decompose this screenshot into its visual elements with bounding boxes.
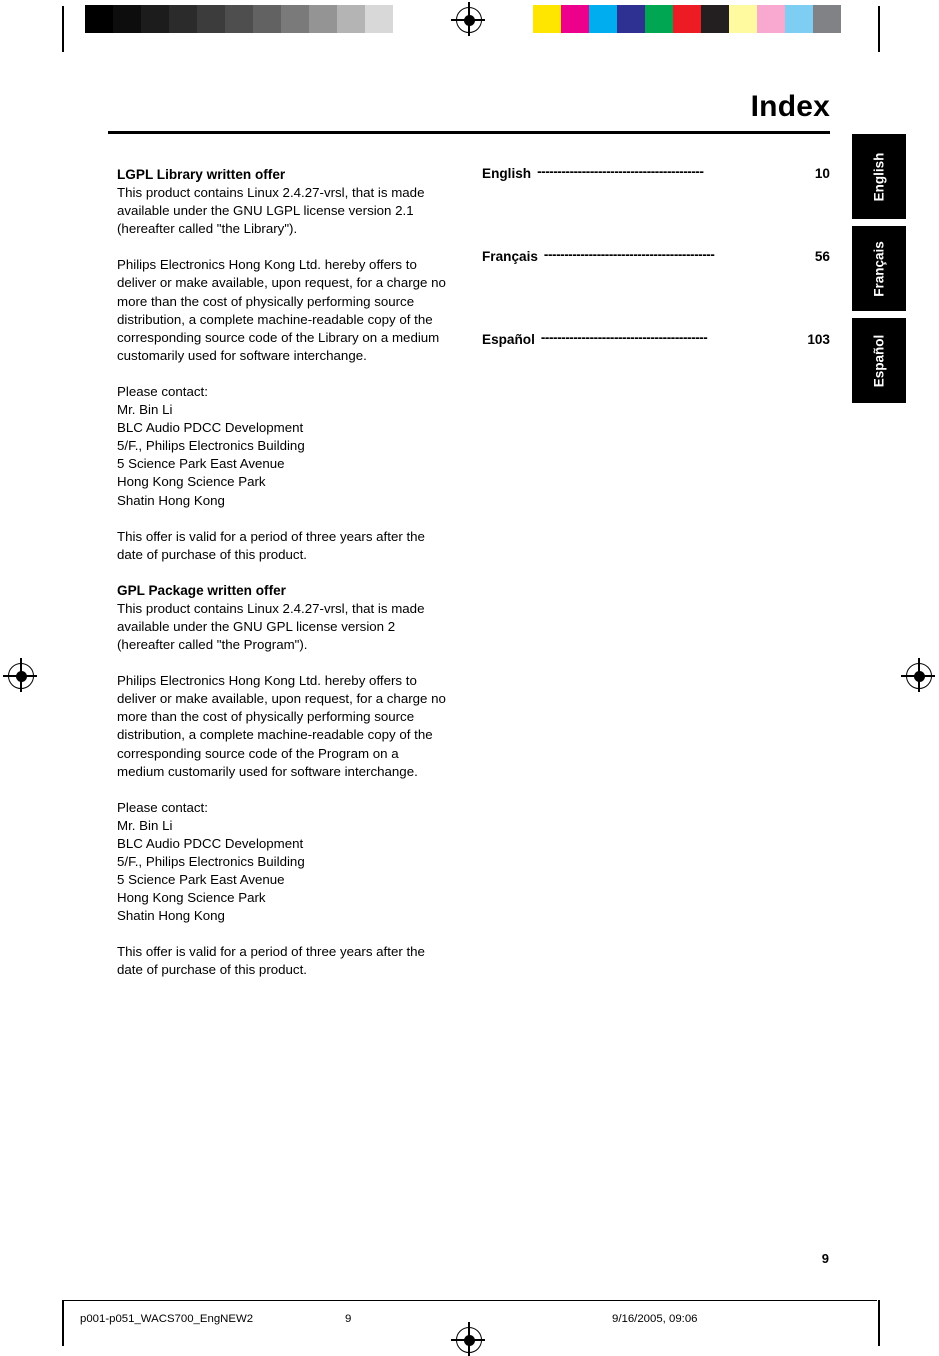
swatch-color-light-yellow [729, 5, 757, 33]
crop-mark-top-left-vertical [62, 6, 64, 52]
page-number: 9 [821, 1251, 829, 1266]
footer-filename: p001-p051_WACS700_EngNEW2 [80, 1313, 254, 1325]
swatch-color-black [701, 5, 729, 33]
license-paragraph: 5/F., Philips Electronics Building [117, 854, 305, 869]
swatch-gray-5 [225, 5, 253, 33]
license-paragraph: Philips Electronics Hong Kong Ltd. hereb… [117, 257, 446, 363]
license-paragraph: This offer is valid for a period of thre… [117, 528, 425, 562]
page-title: Index [750, 90, 830, 123]
header-divider [108, 131, 830, 134]
license-heading: GPL Package written offer [117, 582, 286, 598]
license-paragraph: 5/F., Philips Electronics Building [117, 438, 305, 454]
registration-target-top-center [463, 14, 475, 26]
swatch-color-gray [813, 5, 841, 33]
license-paragraph: 5 Science Park East Avenue [117, 872, 285, 888]
index-entry-espanol[interactable]: Español --------------------------------… [482, 330, 830, 347]
swatch-color-red [673, 5, 701, 33]
language-tab-francais[interactable]: Français [852, 226, 906, 311]
swatch-color-yellow [533, 5, 561, 33]
license-paragraph: Please contact: [117, 383, 208, 399]
swatch-gray-11 [393, 5, 421, 33]
index-entry-leader: ----------------------------------------… [540, 330, 708, 345]
language-tab-label: Français [871, 240, 887, 297]
index-entry-leader: ----------------------------------------… [537, 164, 704, 179]
index-list: English --------------------------------… [482, 164, 830, 347]
license-text-column: LGPL Library written offer This product c… [117, 166, 447, 980]
crop-mark-bottom-right-vertical [878, 1300, 880, 1346]
footer-page-number: 9 [345, 1313, 352, 1325]
swatch-gray-6 [253, 5, 281, 33]
swatch-color-light-magenta [757, 5, 785, 33]
license-paragraph: BLC Audio PDCC Development [117, 420, 304, 436]
swatch-gray-8 [309, 5, 337, 33]
index-entry-page: 103 [807, 332, 830, 347]
registration-target-bottom-center [463, 1334, 475, 1346]
registration-target-left [3, 658, 37, 692]
license-paragraph: Please contact: [117, 799, 208, 815]
index-entry-leader: ----------------------------------------… [543, 247, 715, 262]
swatch-gray-0 [85, 5, 113, 33]
footer-divider [62, 1300, 877, 1301]
language-tab-english[interactable]: English [852, 134, 906, 219]
license-paragraph: This product contains Linux 2.4.27-vrsl,… [117, 600, 425, 653]
index-entry-page: 56 [814, 249, 830, 264]
license-paragraph: 5 Science Park East Avenue [117, 456, 285, 472]
index-spacer-1 [482, 181, 830, 249]
swatch-gray-1 [113, 5, 141, 33]
color-swatch-strip [533, 5, 841, 33]
license-paragraph: Hong Kong Science Park [117, 890, 266, 906]
registration-target-left-center [15, 670, 27, 682]
footer-timestamp: 9/16/2005, 09:06 [612, 1313, 698, 1325]
crop-mark-bottom-left-vertical [62, 1300, 64, 1346]
index-entry-language: Español [482, 332, 535, 347]
registration-target-right-center [913, 670, 925, 682]
index-entry-language: English [482, 166, 532, 181]
swatch-gray-9 [337, 5, 365, 33]
index-spacer-2 [482, 264, 830, 332]
swatch-gray-2 [141, 5, 169, 33]
license-paragraph: Shatin Hong Kong [117, 492, 225, 508]
index-entry-english[interactable]: English --------------------------------… [482, 164, 830, 181]
swatch-color-light-cyan [785, 5, 813, 33]
license-paragraph: This offer is valid for a period of thre… [117, 944, 425, 978]
license-paragraph: Shatin Hong Kong [117, 908, 225, 924]
language-tab-label: English [871, 152, 887, 201]
swatch-color-magenta [561, 5, 589, 33]
language-tab-strip: English Français Español [852, 134, 906, 410]
license-paragraph: Hong Kong Science Park [117, 474, 266, 490]
swatch-gray-7 [281, 5, 309, 33]
license-paragraph: Mr. Bin Li [117, 402, 173, 418]
crop-mark-top-right-vertical [878, 6, 880, 52]
swatch-color-cyan [589, 5, 617, 33]
index-entry-page: 10 [814, 166, 830, 181]
license-heading: LGPL Library written offer [117, 167, 286, 182]
index-entry-language: Français [482, 249, 538, 264]
language-tab-label: Español [871, 334, 887, 387]
swatch-gray-4 [197, 5, 225, 33]
license-paragraph: Philips Electronics Hong Kong Ltd. hereb… [117, 673, 446, 779]
license-paragraph: BLC Audio PDCC Development [117, 835, 304, 851]
registration-target-bottom [451, 1322, 485, 1356]
grayscale-swatch-strip [85, 5, 421, 33]
swatch-color-blue [617, 5, 645, 33]
swatch-gray-3 [169, 5, 197, 33]
swatch-gray-10 [365, 5, 393, 33]
license-paragraph: Mr. Bin Li [117, 817, 173, 833]
language-tab-espanol[interactable]: Español [852, 318, 906, 403]
registration-target-right [901, 658, 935, 692]
index-entry-francais[interactable]: Français -------------------------------… [482, 247, 830, 264]
swatch-color-green [645, 5, 673, 33]
registration-target-top [451, 2, 485, 36]
license-paragraph: This product contains Linux 2.4.27-vrsl,… [117, 185, 425, 237]
